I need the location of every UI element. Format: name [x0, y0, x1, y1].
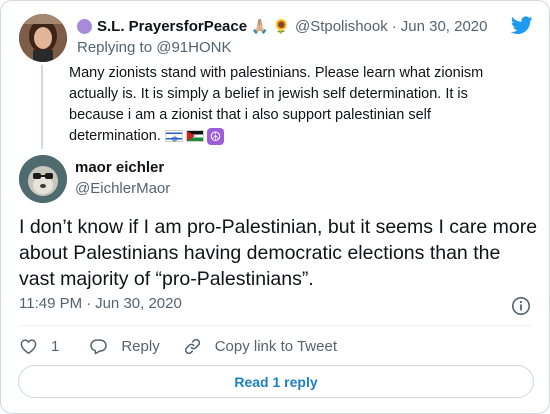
author-handle[interactable]: @EichlerMaor	[75, 180, 170, 197]
divider	[19, 325, 531, 326]
israel-flag-icon	[164, 129, 183, 150]
link-icon	[184, 338, 200, 354]
reply-label: Reply	[121, 337, 160, 355]
purple-circle-icon	[77, 18, 92, 34]
parent-author-handle[interactable]: @Stpolishook	[295, 18, 388, 35]
parent-tweet-text: Many zionists stand with palestinians. P…	[69, 63, 524, 150]
info-icon[interactable]	[511, 296, 531, 316]
replying-to-label: Replying to	[77, 39, 153, 56]
peace-symbol-icon: ☮	[206, 127, 224, 145]
timestamp-separator: ·	[86, 295, 92, 312]
parent-tweet-body: Many zionists stand with palestinians. P…	[69, 65, 484, 144]
tweet-actions: 1 Reply Copy link to Tweet	[19, 336, 337, 356]
reply-bubble-icon	[90, 338, 108, 354]
palestine-flag-icon	[185, 130, 204, 143]
parent-author-name[interactable]: S.L. PrayersforPeace	[97, 18, 247, 35]
copy-link-button[interactable]: Copy link to Tweet	[183, 337, 337, 356]
author-avatar[interactable]	[19, 155, 67, 203]
tweet-timestamp[interactable]: 11:49 PM · Jun 30, 2020	[19, 295, 182, 312]
sunflower-icon: 🌻	[272, 18, 290, 34]
copy-link-label: Copy link to Tweet	[214, 337, 337, 355]
tweet-text: I don’t know if I am pro-Palestinian, bu…	[19, 216, 538, 290]
tweet-date: Jun 30, 2020	[95, 295, 182, 312]
parent-tweet-emojis: ☮	[164, 127, 224, 150]
thread-line	[41, 65, 43, 149]
praying-hands-icon: 🙏🏼	[251, 18, 269, 34]
parent-date[interactable]: Jun 30, 2020	[401, 18, 488, 35]
tweet-time: 11:49 PM	[19, 295, 83, 312]
author-name[interactable]: maor eichler	[75, 159, 164, 176]
like-count: 1	[51, 337, 60, 355]
read-replies-button[interactable]: Read 1 reply	[18, 365, 534, 398]
like-button[interactable]: 1	[19, 337, 59, 356]
heart-icon	[20, 338, 37, 354]
parent-avatar[interactable]	[19, 14, 67, 62]
twitter-bird-icon[interactable]	[511, 16, 533, 35]
tweet-embed-card: S.L. PrayersforPeace 🙏🏼 🌻 @Stpolishook ·…	[0, 0, 550, 414]
header-separator: ·	[391, 17, 397, 35]
replying-to-handle[interactable]: @91HONK	[156, 39, 231, 56]
reply-button[interactable]: Reply	[89, 337, 160, 356]
parent-header: S.L. PrayersforPeace 🙏🏼 🌻 @Stpolishook ·…	[77, 16, 488, 36]
replying-to: Replying to @91HONK	[77, 39, 231, 56]
